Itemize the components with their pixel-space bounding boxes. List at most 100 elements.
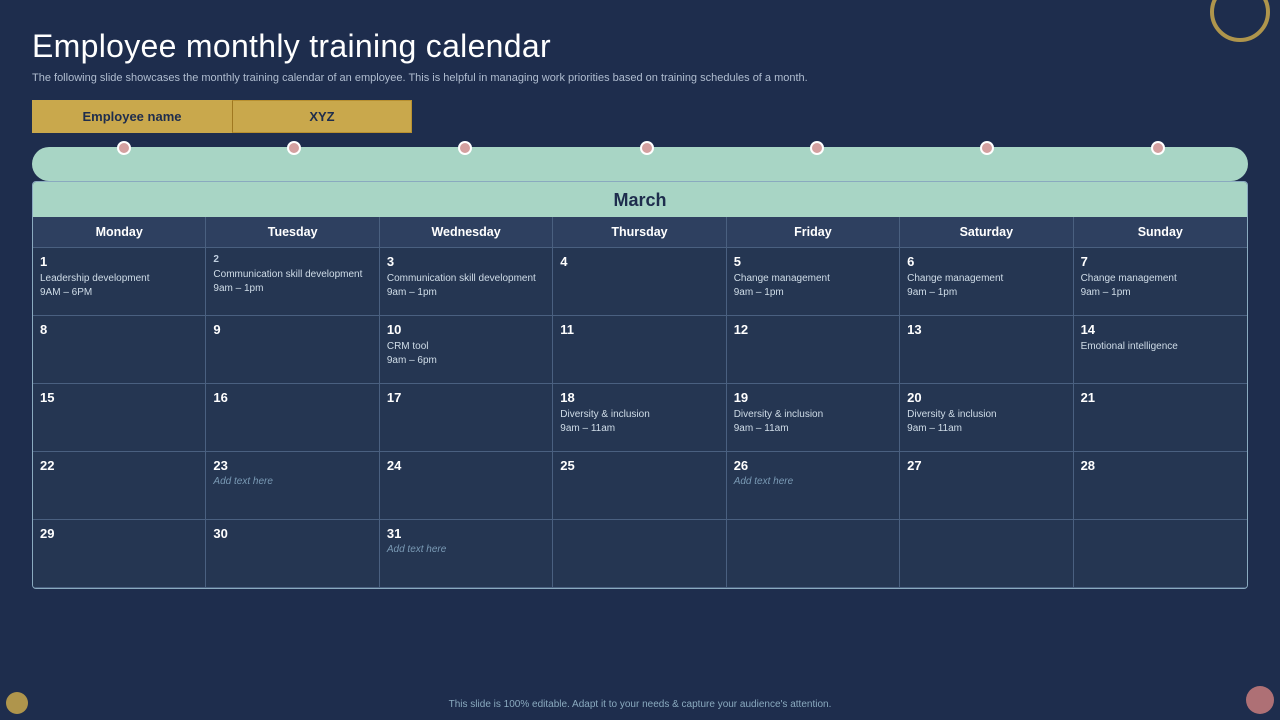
- cell-event: Diversity & inclusion9am – 11am: [907, 408, 1065, 435]
- calendar-cell: 30: [206, 520, 379, 588]
- calendar-cell: 21: [1074, 384, 1247, 452]
- cell-date: 9: [213, 322, 371, 337]
- cell-date: 12: [734, 322, 892, 337]
- cell-event: Diversity & inclusion9am – 11am: [734, 408, 892, 435]
- calendar-cell: [727, 520, 900, 588]
- calendar-cell: 3Communication skill development9am – 1p…: [380, 248, 553, 316]
- day-header: Thursday: [553, 217, 726, 248]
- cell-event: Change management9am – 1pm: [1081, 272, 1240, 299]
- calendar-cell: 11: [553, 316, 726, 384]
- cell-event: Add text here: [213, 476, 371, 487]
- cell-date: 29: [40, 526, 198, 541]
- calendar-cell: 18Diversity & inclusion9am – 11am: [553, 384, 726, 452]
- cell-date: 6: [907, 254, 1065, 269]
- cell-date: 2: [213, 254, 371, 265]
- day-header: Saturday: [900, 217, 1073, 248]
- cell-date: 7: [1081, 254, 1240, 269]
- cell-date: 11: [560, 322, 718, 337]
- cell-date: 4: [560, 254, 718, 269]
- calendar-cell: 6 Change management9am – 1pm: [900, 248, 1073, 316]
- calendar-cell: 26 Add text here: [727, 452, 900, 520]
- employee-name-label: Employee name: [32, 100, 232, 133]
- timeline-dot: [640, 141, 654, 155]
- day-header: Sunday: [1074, 217, 1247, 248]
- calendar-cell: 27: [900, 452, 1073, 520]
- cell-date: 18: [560, 390, 718, 405]
- calendar-cell: 24: [380, 452, 553, 520]
- cell-event: Emotional intelligence: [1081, 340, 1240, 354]
- calendar-cell: 17: [380, 384, 553, 452]
- cell-date: 25: [560, 458, 718, 473]
- calendar-cell: 31 Add text here: [380, 520, 553, 588]
- calendar-cell: 22: [33, 452, 206, 520]
- timeline-strip: [32, 147, 1248, 181]
- calendar-cell: 20 Diversity & inclusion9am – 11am: [900, 384, 1073, 452]
- employee-name-value: XYZ: [232, 100, 412, 133]
- timeline-dot: [287, 141, 301, 155]
- cell-date: 23: [213, 458, 371, 473]
- cell-date: 31: [387, 526, 545, 541]
- calendar-cell: 13: [900, 316, 1073, 384]
- timeline-dot: [1151, 141, 1165, 155]
- calendar-cell: 19 Diversity & inclusion9am – 11am: [727, 384, 900, 452]
- cell-date: 30: [213, 526, 371, 541]
- page-title: Employee monthly training calendar: [32, 28, 1248, 65]
- cell-date: 15: [40, 390, 198, 405]
- calendar-cell: 14Emotional intelligence: [1074, 316, 1247, 384]
- cell-date: 22: [40, 458, 198, 473]
- page-subtitle: The following slide showcases the monthl…: [32, 71, 812, 86]
- cell-date: 24: [387, 458, 545, 473]
- employee-name-row: Employee name XYZ: [32, 100, 452, 133]
- calendar-cell: 1 Leadership development9AM – 6PM: [33, 248, 206, 316]
- cell-date: 20: [907, 390, 1065, 405]
- cell-event: Change management9am – 1pm: [734, 272, 892, 299]
- cell-date: 5: [734, 254, 892, 269]
- cell-date: 21: [1081, 390, 1240, 405]
- calendar-cell: [900, 520, 1073, 588]
- timeline-dot: [117, 141, 131, 155]
- cell-date: 26: [734, 458, 892, 473]
- cell-date: 13: [907, 322, 1065, 337]
- cell-date: 19: [734, 390, 892, 405]
- calendar-cell: 25: [553, 452, 726, 520]
- footer: This slide is 100% editable. Adapt it to…: [0, 699, 1280, 710]
- page-wrapper: Employee monthly training calendar The f…: [0, 0, 1280, 720]
- calendar-cell: 28: [1074, 452, 1247, 520]
- day-header: Wednesday: [380, 217, 553, 248]
- calendar-grid: 1 Leadership development9AM – 6PM 2 Communi…: [33, 248, 1247, 588]
- calendar-container: March MondayTuesdayWednesdayThursdayFrid…: [32, 181, 1248, 589]
- calendar-cell: [553, 520, 726, 588]
- cell-event: CRM tool9am – 6pm: [387, 340, 545, 367]
- calendar-cell: 4: [553, 248, 726, 316]
- calendar-cell: 10 CRM tool9am – 6pm: [380, 316, 553, 384]
- cell-event: Communication skill development9am – 1pm: [213, 268, 371, 295]
- cell-date: 27: [907, 458, 1065, 473]
- timeline-dot: [458, 141, 472, 155]
- cell-event: Communication skill development9am – 1pm: [387, 272, 545, 299]
- calendar-cell: 2 Communication skill development9am – 1p…: [206, 248, 379, 316]
- calendar-cell: 23 Add text here: [206, 452, 379, 520]
- calendar-cell: 29: [33, 520, 206, 588]
- cell-date: 8: [40, 322, 198, 337]
- calendar-cell: 16: [206, 384, 379, 452]
- month-header: March: [33, 182, 1247, 217]
- cell-event: Add text here: [387, 544, 545, 555]
- timeline-dot: [810, 141, 824, 155]
- calendar-cell: 9: [206, 316, 379, 384]
- cell-event: Change management9am – 1pm: [907, 272, 1065, 299]
- calendar-cell: 12: [727, 316, 900, 384]
- cell-event: Leadership development9AM – 6PM: [40, 272, 198, 299]
- calendar-cell: [1074, 520, 1247, 588]
- calendar-cell: 8: [33, 316, 206, 384]
- timeline-dot: [980, 141, 994, 155]
- cell-date: 10: [387, 322, 545, 337]
- cell-date: 1: [40, 254, 198, 269]
- calendar-cell: 7 Change management9am – 1pm: [1074, 248, 1247, 316]
- cell-date: 17: [387, 390, 545, 405]
- day-header: Monday: [33, 217, 206, 248]
- calendar-cell: 5 Change management9am – 1pm: [727, 248, 900, 316]
- cell-date: 28: [1081, 458, 1240, 473]
- cell-date: 16: [213, 390, 371, 405]
- days-header: MondayTuesdayWednesdayThursdayFridaySatu…: [33, 217, 1247, 248]
- cell-event: Add text here: [734, 476, 892, 487]
